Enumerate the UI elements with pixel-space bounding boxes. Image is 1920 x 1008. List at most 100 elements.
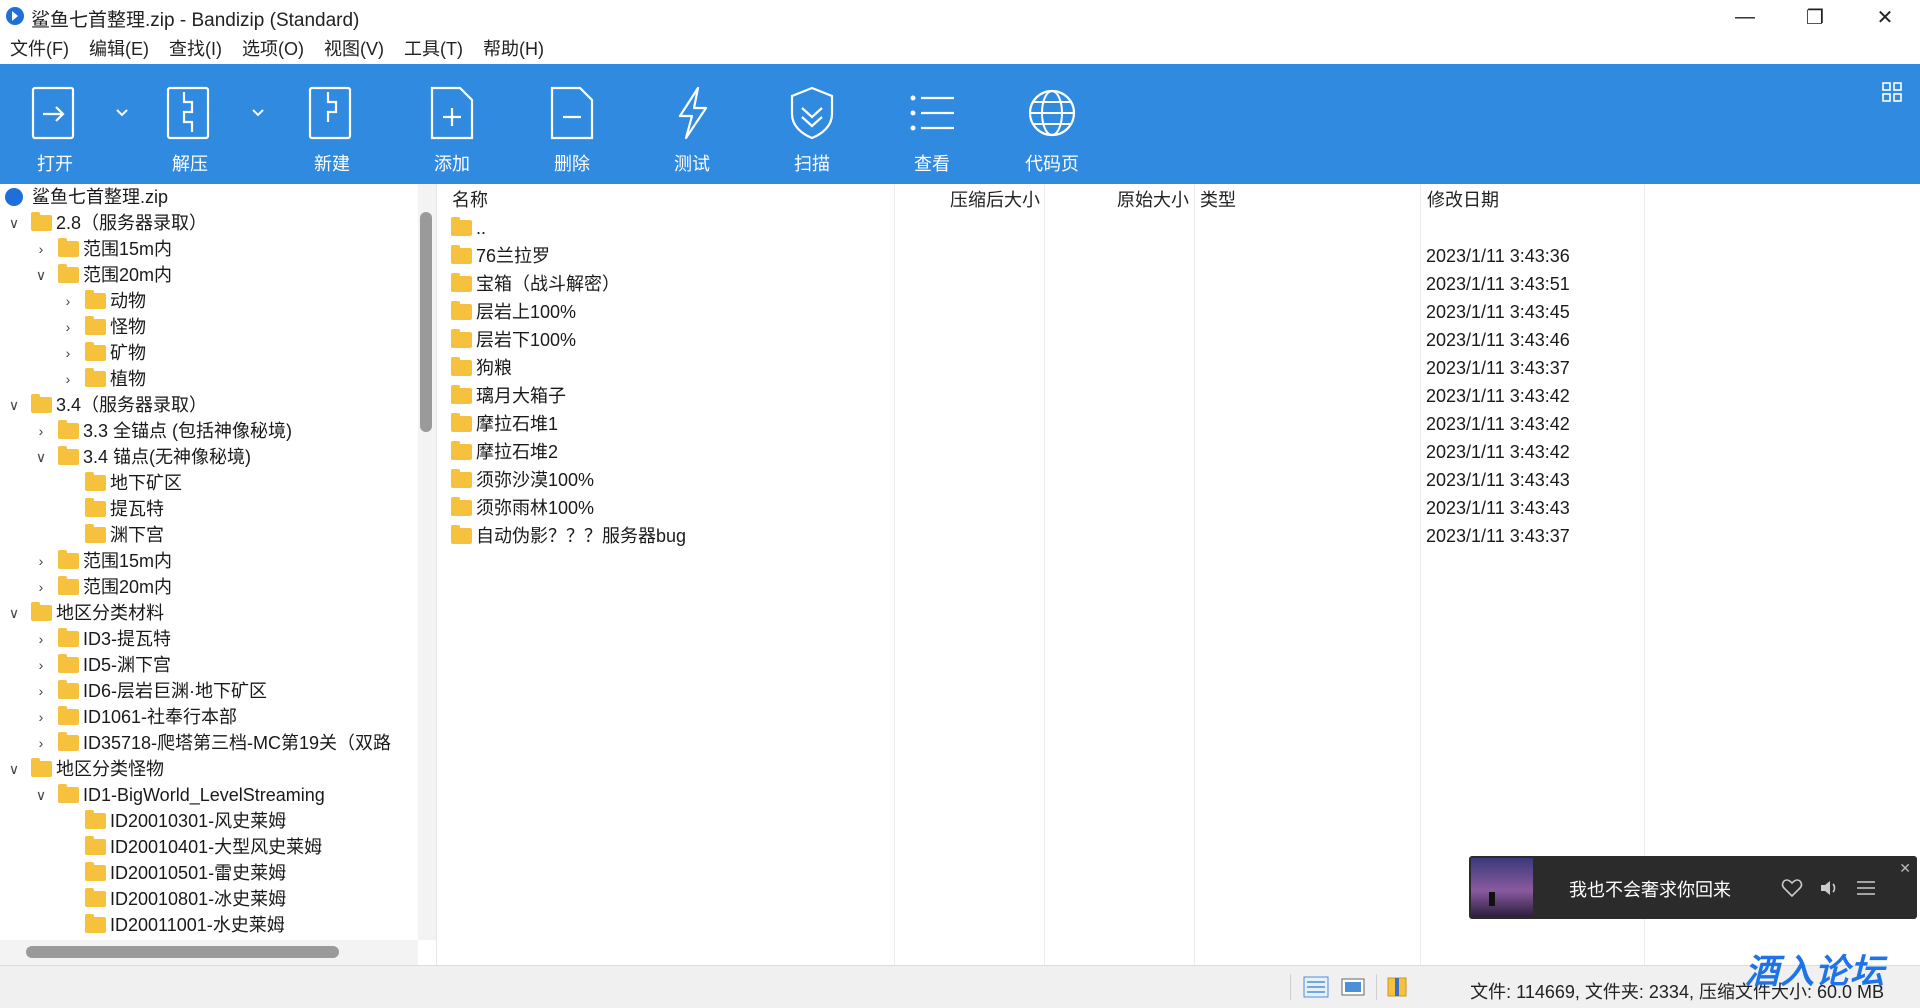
playlist-icon[interactable] (1855, 878, 1877, 898)
tree-item[interactable]: 渊下宫 (0, 522, 418, 548)
tree-item[interactable]: ∨ 地区分类怪物 (0, 756, 418, 782)
chevron-down-icon[interactable]: ∨ (33, 782, 49, 808)
chevron-right-icon[interactable]: › (33, 704, 49, 730)
chevron-right-icon[interactable]: › (33, 730, 49, 756)
delete-file-icon (550, 86, 594, 140)
file-row[interactable]: 层岩下100% 2023/1/11 3:43:46 (444, 326, 1920, 354)
chevron-right-icon[interactable]: › (60, 314, 76, 340)
file-row[interactable]: 层岩上100% 2023/1/11 3:43:45 (444, 298, 1920, 326)
chevron-right-icon[interactable]: › (33, 418, 49, 444)
tree-item[interactable]: ID20010301-风史莱姆 (0, 808, 418, 834)
tree-item[interactable]: › ID5-渊下宫 (0, 652, 418, 678)
chevron-down-icon[interactable]: ∨ (6, 756, 22, 782)
tree-item[interactable]: ID20010801-冰史莱姆 (0, 886, 418, 912)
tree-item[interactable]: › ID6-层岩巨渊·地下矿区 (0, 678, 418, 704)
column-header-type[interactable]: 类型 (1200, 184, 1236, 214)
tree-item[interactable]: 鲨鱼七首整理.zip (0, 184, 418, 210)
file-row[interactable]: 须弥沙漠100% 2023/1/11 3:43:43 (444, 466, 1920, 494)
music-close-button[interactable]: ✕ (1899, 860, 1911, 877)
chevron-right-icon[interactable]: › (33, 236, 49, 262)
close-button[interactable]: ✕ (1850, 0, 1920, 35)
maximize-button[interactable]: ❐ (1780, 0, 1850, 35)
tree-item[interactable]: ∨ ID1-BigWorld_LevelStreaming (0, 782, 418, 808)
tree-item[interactable]: › 范围20m内 (0, 574, 418, 600)
tree-item[interactable]: ID20011001-水史莱姆 (0, 912, 418, 938)
tree-item[interactable]: 地下矿区 (0, 470, 418, 496)
chevron-down-icon[interactable]: ∨ (6, 600, 22, 626)
extract-button[interactable]: 解压 (135, 64, 245, 184)
chevron-down-icon[interactable]: ∨ (6, 210, 22, 236)
file-row[interactable]: .. (444, 214, 1920, 242)
chevron-right-icon[interactable]: › (33, 548, 49, 574)
file-row[interactable]: 自动伪影？？？服务器bug 2023/1/11 3:43:37 (444, 522, 1920, 550)
menu-view[interactable]: 视图(V) (314, 35, 394, 64)
menu-tools[interactable]: 工具(T) (394, 35, 473, 64)
add-button[interactable]: 添加 (397, 64, 507, 184)
chevron-right-icon[interactable]: › (60, 366, 76, 392)
tree-item[interactable]: › ID1061-社奉行本部 (0, 704, 418, 730)
column-header-packed-size[interactable]: 压缩后大小 (950, 184, 1040, 214)
layout-grid-icon[interactable] (1882, 82, 1902, 102)
tree-item[interactable]: › 植物 (0, 366, 418, 392)
chevron-right-icon[interactable]: › (60, 288, 76, 314)
tree-item[interactable]: ID20010501-雷史莱姆 (0, 860, 418, 886)
tree-item[interactable]: ∨ 3.4（服务器录取） (0, 392, 418, 418)
test-button[interactable]: 测试 (637, 64, 747, 184)
open-button[interactable]: 打开 (0, 64, 110, 184)
tree-item[interactable]: 提瓦特 (0, 496, 418, 522)
tree-item[interactable]: › 动物 (0, 288, 418, 314)
tree-item[interactable]: › 范围15m内 (0, 548, 418, 574)
chevron-right-icon[interactable]: › (33, 678, 49, 704)
tree-item[interactable]: › ID35718-爬塔第三档-MC第19关（双路 (0, 730, 418, 756)
scan-button[interactable]: 扫描 (757, 64, 867, 184)
chevron-down-icon[interactable]: ∨ (33, 262, 49, 288)
tree-item[interactable]: ∨ 3.4 锚点(无神像秘境) (0, 444, 418, 470)
new-button[interactable]: 新建 (277, 64, 387, 184)
tree-item[interactable]: ∨ 2.8（服务器录取） (0, 210, 418, 236)
tree-item[interactable]: ∨ 范围20m内 (0, 262, 418, 288)
extract-dropdown-chevron-icon[interactable] (250, 104, 266, 120)
minimize-button[interactable]: — (1710, 0, 1780, 35)
tree-item[interactable]: › 矿物 (0, 340, 418, 366)
tree-item[interactable]: › 3.3 全锚点 (包括神像秘境) (0, 418, 418, 444)
chevron-right-icon[interactable]: › (33, 574, 49, 600)
tree-item[interactable]: ∨ 地区分类材料 (0, 600, 418, 626)
preview-view-icon[interactable] (1340, 976, 1366, 998)
column-header-modified[interactable]: 修改日期 (1427, 184, 1499, 214)
view-button[interactable]: 查看 (877, 64, 987, 184)
music-player-widget[interactable]: 我也不会奢求你回来 ✕ (1469, 856, 1917, 919)
codepage-button[interactable]: 代码页 (997, 64, 1107, 184)
tree-item[interactable]: ID20010401-大型风史莱姆 (0, 834, 418, 860)
menu-edit[interactable]: 编辑(E) (79, 35, 159, 64)
menu-options[interactable]: 选项(O) (232, 35, 314, 64)
column-header-name[interactable]: 名称 (452, 184, 488, 214)
details-view-icon[interactable] (1303, 976, 1329, 998)
file-row[interactable]: 摩拉石堆1 2023/1/11 3:43:42 (444, 410, 1920, 438)
chevron-right-icon[interactable]: › (33, 652, 49, 678)
chevron-right-icon[interactable]: › (60, 340, 76, 366)
menu-file[interactable]: 文件(F) (0, 35, 79, 64)
file-row[interactable]: 76兰拉罗 2023/1/11 3:43:36 (444, 242, 1920, 270)
file-row[interactable]: 狗粮 2023/1/11 3:43:37 (444, 354, 1920, 382)
open-dropdown-chevron-icon[interactable] (114, 104, 130, 120)
file-row[interactable]: 摩拉石堆2 2023/1/11 3:43:42 (444, 438, 1920, 466)
file-row[interactable]: 须弥雨林100% 2023/1/11 3:43:43 (444, 494, 1920, 522)
heart-icon[interactable] (1781, 878, 1803, 898)
column-header-original-size[interactable]: 原始大小 (1117, 184, 1189, 214)
tree-item[interactable]: › 范围15m内 (0, 236, 418, 262)
delete-button[interactable]: 删除 (517, 64, 627, 184)
folder-icon (58, 654, 79, 673)
chevron-right-icon[interactable]: › (33, 626, 49, 652)
menu-find[interactable]: 查找(I) (159, 35, 232, 64)
chevron-down-icon[interactable]: ∨ (6, 392, 22, 418)
tree-vertical-scroll-thumb[interactable] (420, 212, 432, 432)
volume-icon[interactable] (1819, 878, 1841, 898)
file-row[interactable]: 璃月大箱子 2023/1/11 3:43:42 (444, 382, 1920, 410)
menu-help[interactable]: 帮助(H) (473, 35, 554, 64)
tree-horizontal-scroll-thumb[interactable] (26, 946, 339, 958)
chevron-down-icon[interactable]: ∨ (33, 444, 49, 470)
file-row[interactable]: 宝箱（战斗解密） 2023/1/11 3:43:51 (444, 270, 1920, 298)
tree-item[interactable]: › 怪物 (0, 314, 418, 340)
tree-item[interactable]: › ID3-提瓦特 (0, 626, 418, 652)
archive-info-icon[interactable] (1385, 976, 1411, 998)
